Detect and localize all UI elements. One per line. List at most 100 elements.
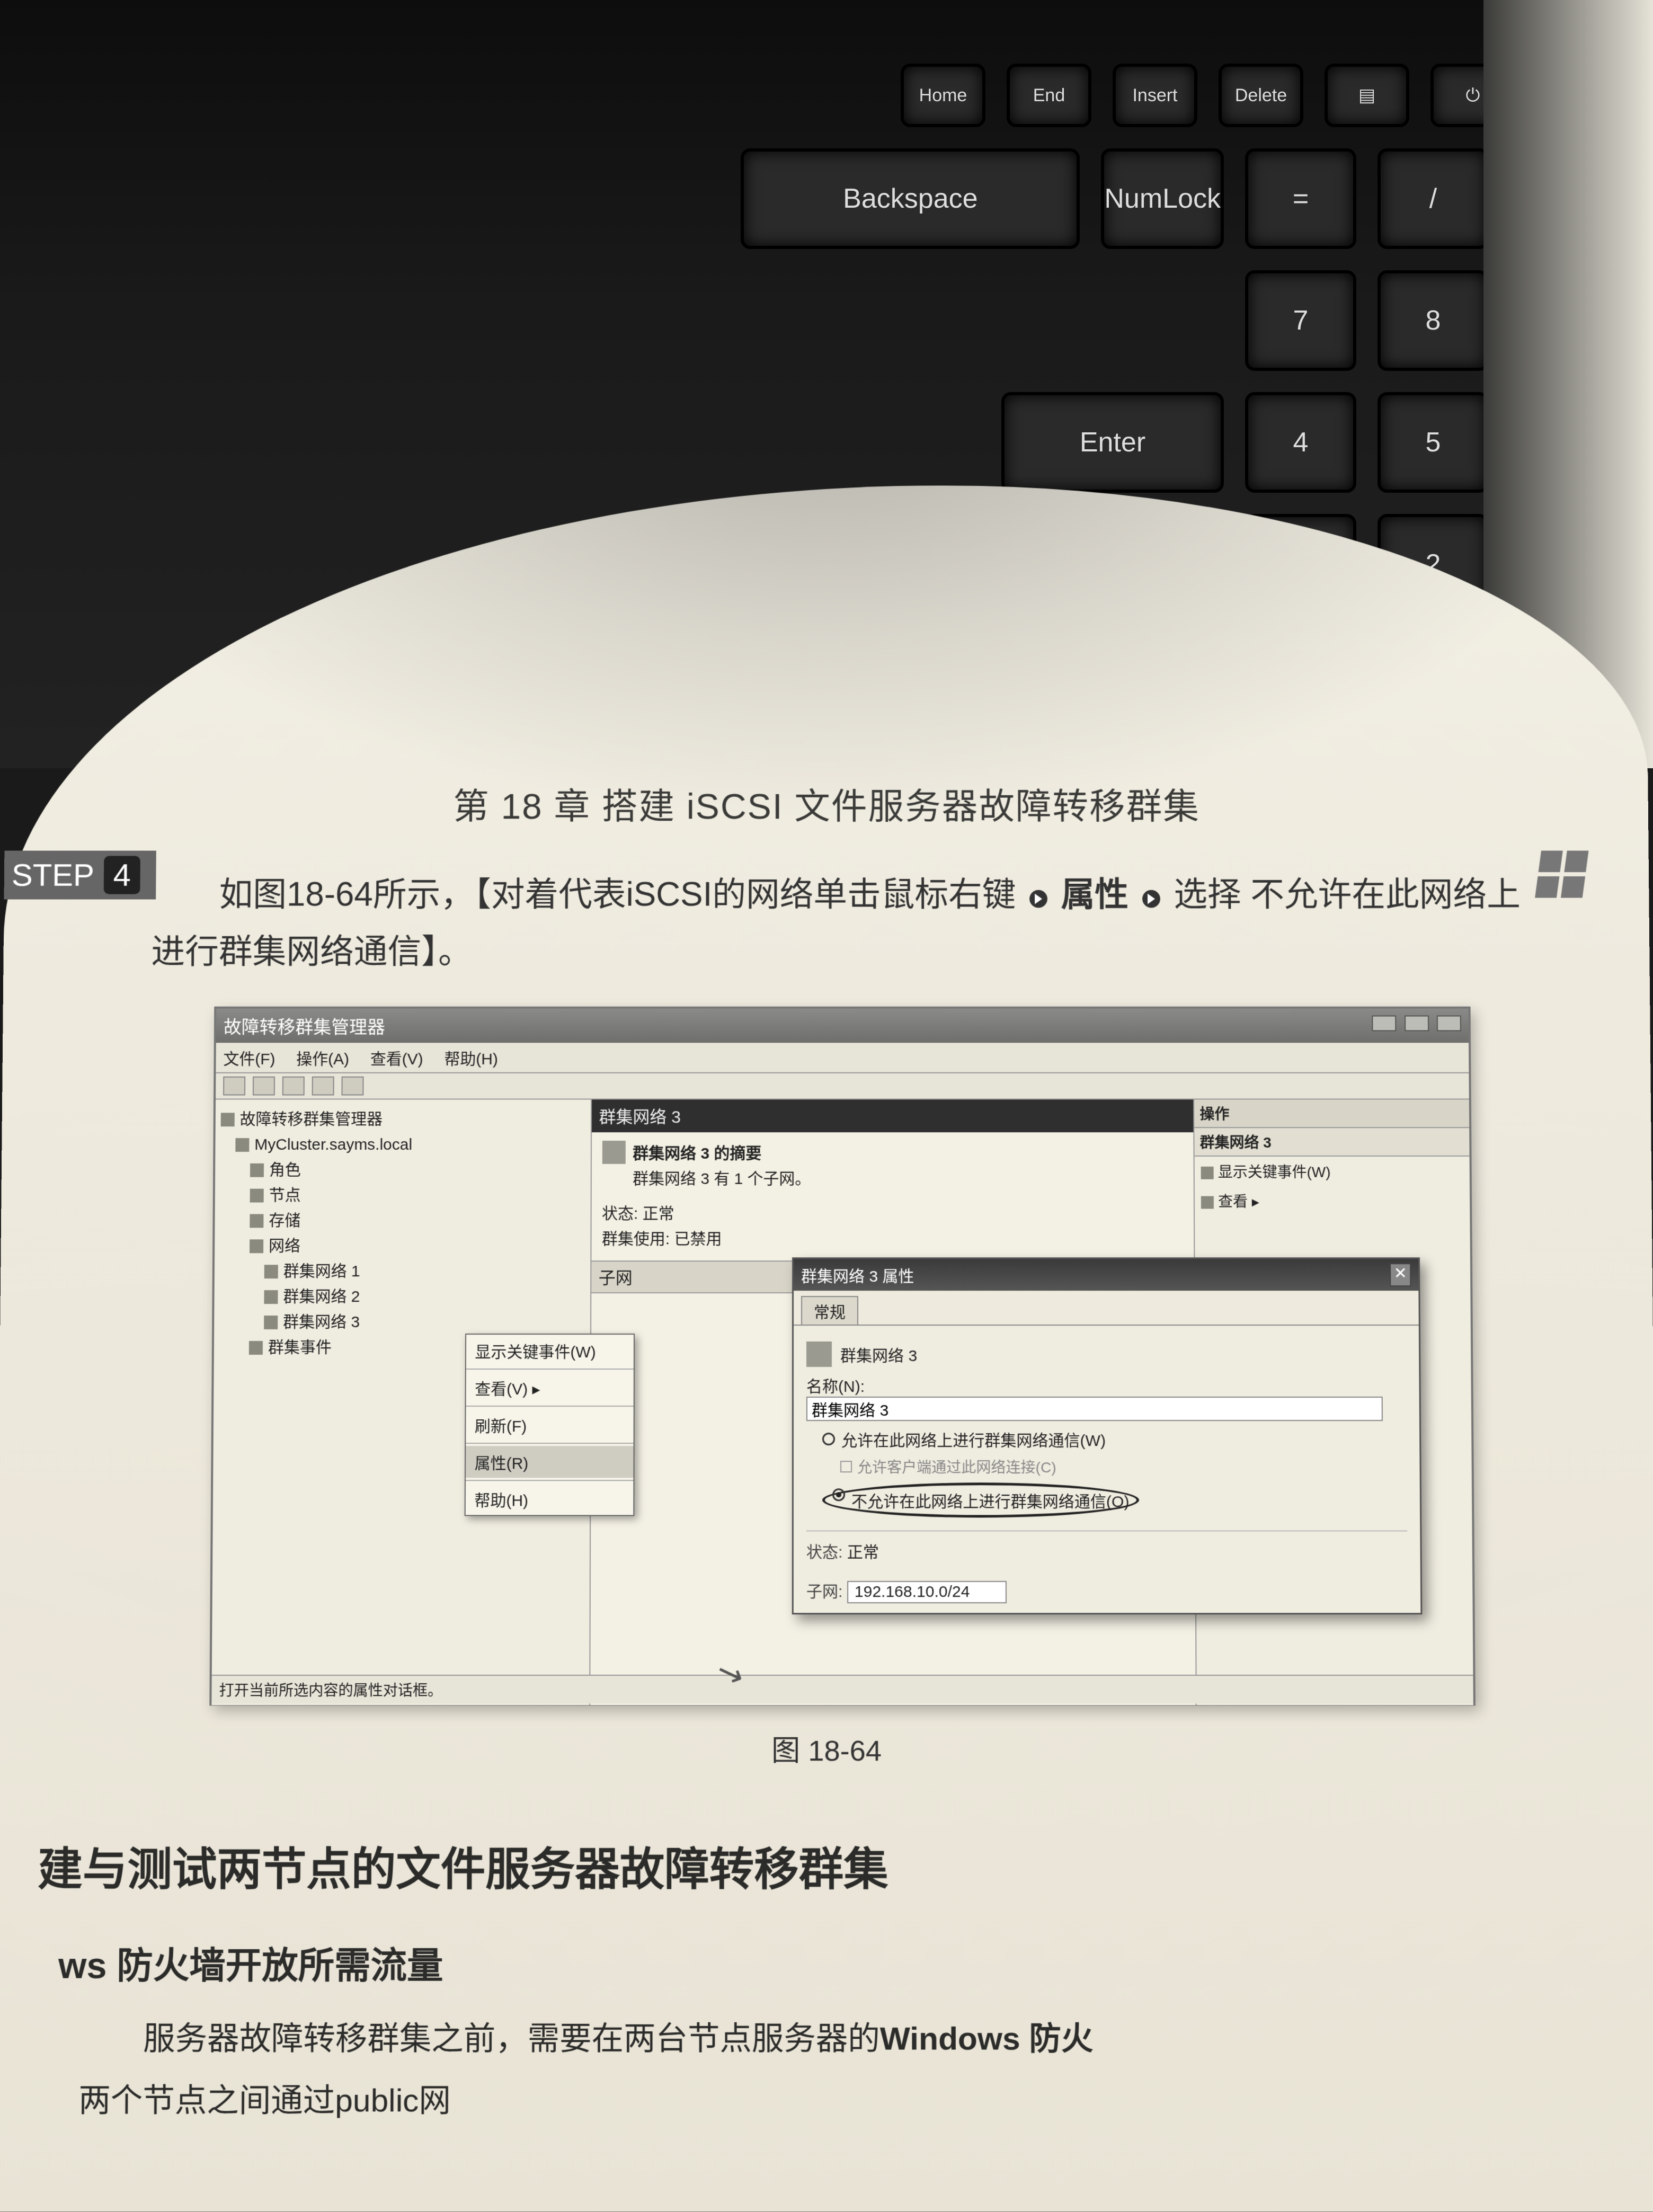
actions-view[interactable]: 查看 ▸ [1195, 1186, 1470, 1215]
checkbox-client-label: 允许客户端通过此网络连接(C) [857, 1456, 1056, 1477]
toolbar-forward-icon[interactable] [253, 1076, 275, 1095]
menu-view[interactable]: 查看(V) [370, 1046, 423, 1069]
tree-cluster[interactable]: MyCluster.sayms.local [220, 1132, 585, 1158]
key-insert[interactable]: Insert [1113, 64, 1197, 127]
key-home[interactable]: Home [901, 64, 985, 127]
body-text-b: Windows 防火 [880, 2020, 1094, 2056]
key-numlock[interactable]: NumLock [1101, 148, 1224, 249]
name-input[interactable] [806, 1397, 1383, 1421]
events-icon [249, 1341, 263, 1355]
network-icon [264, 1265, 278, 1278]
tree-net3-label: 群集网络 3 [283, 1313, 360, 1331]
body-text-a: 服务器故障转移群集之前，需要在两台节点服务器的 [143, 2020, 880, 2056]
actions-show-label: 显示关键事件(W) [1218, 1163, 1331, 1180]
dlg-subnet-value: 192.168.10.0/24 [847, 1581, 1007, 1603]
key-backspace[interactable]: Backspace [741, 148, 1080, 249]
tree-networks[interactable]: 网络 [220, 1233, 585, 1259]
ctx-properties[interactable]: 属性(R) [466, 1446, 634, 1478]
network-icon [264, 1290, 278, 1304]
ctx-refresh[interactable]: 刷新(F) [466, 1409, 634, 1441]
checkbox-icon [840, 1461, 852, 1472]
dialog-network-label: 群集网络 3 [840, 1343, 917, 1366]
subsection-heading: ws 防火墙开放所需流量 [58, 1935, 1595, 1988]
tree-root-label: 故障转移群集管理器 [240, 1111, 383, 1128]
key-end[interactable]: End [1007, 64, 1091, 127]
key-slash[interactable]: / [1378, 148, 1489, 249]
cluster-manager-icon [221, 1113, 235, 1126]
dialog-title: 群集网络 3 属性 [801, 1263, 914, 1286]
step-label: STEP [12, 857, 95, 893]
tree-root[interactable]: 故障转移群集管理器 [221, 1107, 585, 1132]
network-icon [264, 1316, 278, 1329]
tree-roles[interactable]: 角色 [220, 1158, 585, 1183]
key-5[interactable]: 5 [1378, 392, 1489, 493]
radio-deny-label: 不允许在此网络上进行群集网络通信(O) [851, 1488, 1129, 1512]
dlg-state-label: 状态: [806, 1544, 843, 1561]
view-icon [1201, 1196, 1214, 1209]
radio-icon [822, 1433, 835, 1445]
status-label: 状态: [602, 1205, 638, 1222]
ctx-help[interactable]: 帮助(H) [466, 1483, 634, 1515]
key-enter-top[interactable]: Enter [1001, 392, 1224, 493]
nodes-icon [250, 1188, 264, 1202]
key-4[interactable]: 4 [1245, 392, 1356, 493]
key-equals[interactable]: = [1245, 148, 1356, 249]
ctx-view-label: 查看(V) [475, 1381, 528, 1398]
maximize-button[interactable] [1405, 1015, 1429, 1031]
key-8[interactable]: 8 [1378, 270, 1489, 371]
radio-allow-label: 允许在此网络上进行群集网络通信(W) [841, 1427, 1106, 1451]
network-summary: 群集网络 3 的摘要 群集网络 3 有 1 个子网。 状态: 正常 群集使用: … [591, 1132, 1194, 1260]
toolbar-up-icon[interactable] [282, 1076, 305, 1095]
menu-separator [466, 1443, 634, 1444]
menu-bar: 文件(F) 操作(A) 查看(V) 帮助(H) [216, 1043, 1469, 1073]
dialog-close-button[interactable]: ✕ [1390, 1263, 1411, 1286]
ctx-view[interactable]: 查看(V) ▸ [466, 1372, 634, 1403]
usage-value: 已禁用 [674, 1230, 722, 1248]
close-button[interactable] [1437, 1015, 1461, 1031]
body-paragraph: 服务器故障转移群集之前，需要在两台节点服务器的Windows 防火 [79, 2010, 1574, 2067]
dlg-state-value: 正常 [847, 1544, 879, 1561]
menu-separator [466, 1480, 633, 1481]
context-menu: 显示关键事件(W) 查看(V) ▸ 刷新(F) 属性(R) 帮助(H) [465, 1334, 635, 1516]
actions-view-label: 查看 [1218, 1193, 1248, 1210]
arrow-icon [1029, 890, 1047, 908]
menu-action[interactable]: 操作(A) [296, 1046, 349, 1069]
ctx-show-events[interactable]: 显示关键事件(W) [466, 1335, 634, 1366]
arrow-icon [1142, 890, 1160, 908]
windows-logo-icon [1535, 851, 1588, 898]
key-delete[interactable]: Delete [1219, 64, 1303, 127]
minimize-button[interactable] [1372, 1015, 1396, 1031]
step-number: 4 [103, 856, 140, 894]
networks-icon [250, 1239, 263, 1253]
toolbar-help-icon[interactable] [341, 1076, 363, 1095]
menu-help[interactable]: 帮助(H) [444, 1046, 498, 1069]
tree-net2[interactable]: 群集网络 2 [219, 1284, 584, 1310]
tree-storage[interactable]: 存储 [220, 1208, 585, 1233]
toolbar-refresh-icon[interactable] [312, 1076, 334, 1095]
storage-icon [250, 1214, 263, 1228]
window-buttons [1368, 1015, 1461, 1036]
name-field-label: 名称(N): [806, 1373, 1407, 1397]
instruction-paragraph: 如图18-64所示，【对着代表iSCSI的网络单击鼠标右键 属性 选择 不允许在… [151, 866, 1554, 980]
radio-deny[interactable]: 不允许在此网络上进行群集网络通信(O) [822, 1482, 1407, 1517]
key-7[interactable]: 7 [1245, 270, 1356, 371]
para-text-b: 属性 [1061, 875, 1129, 913]
body-paragraph-2: 两个节点之间通过public网 [78, 2072, 1575, 2129]
key-menu[interactable]: ▤ [1325, 64, 1409, 127]
tree-net1[interactable]: 群集网络 1 [220, 1259, 585, 1284]
usage-label: 群集使用: [602, 1230, 670, 1248]
toolbar-back-icon[interactable] [223, 1076, 245, 1095]
para-text-a: 如图18-64所示，【对着代表iSCSI的网络单击鼠标右键 [219, 875, 1016, 913]
menu-file[interactable]: 文件(F) [223, 1046, 275, 1069]
summary-title: 群集网络 3 的摘要 [633, 1145, 761, 1162]
actions-show-events[interactable]: 显示关键事件(W) [1195, 1157, 1470, 1186]
radio-allow[interactable]: 允许在此网络上进行群集网络通信(W) [822, 1427, 1407, 1451]
tab-general[interactable]: 常规 [801, 1296, 858, 1325]
radio-icon [832, 1488, 845, 1501]
status-bar: 打开当前所选内容的属性对话框。 [211, 1675, 1473, 1703]
cluster-icon [235, 1138, 249, 1152]
tree-net3[interactable]: 群集网络 3 [219, 1310, 585, 1335]
center-header: 群集网络 3 [592, 1099, 1194, 1132]
tree-nodes[interactable]: 节点 [220, 1183, 585, 1208]
tree-net1-label: 群集网络 1 [283, 1263, 360, 1280]
